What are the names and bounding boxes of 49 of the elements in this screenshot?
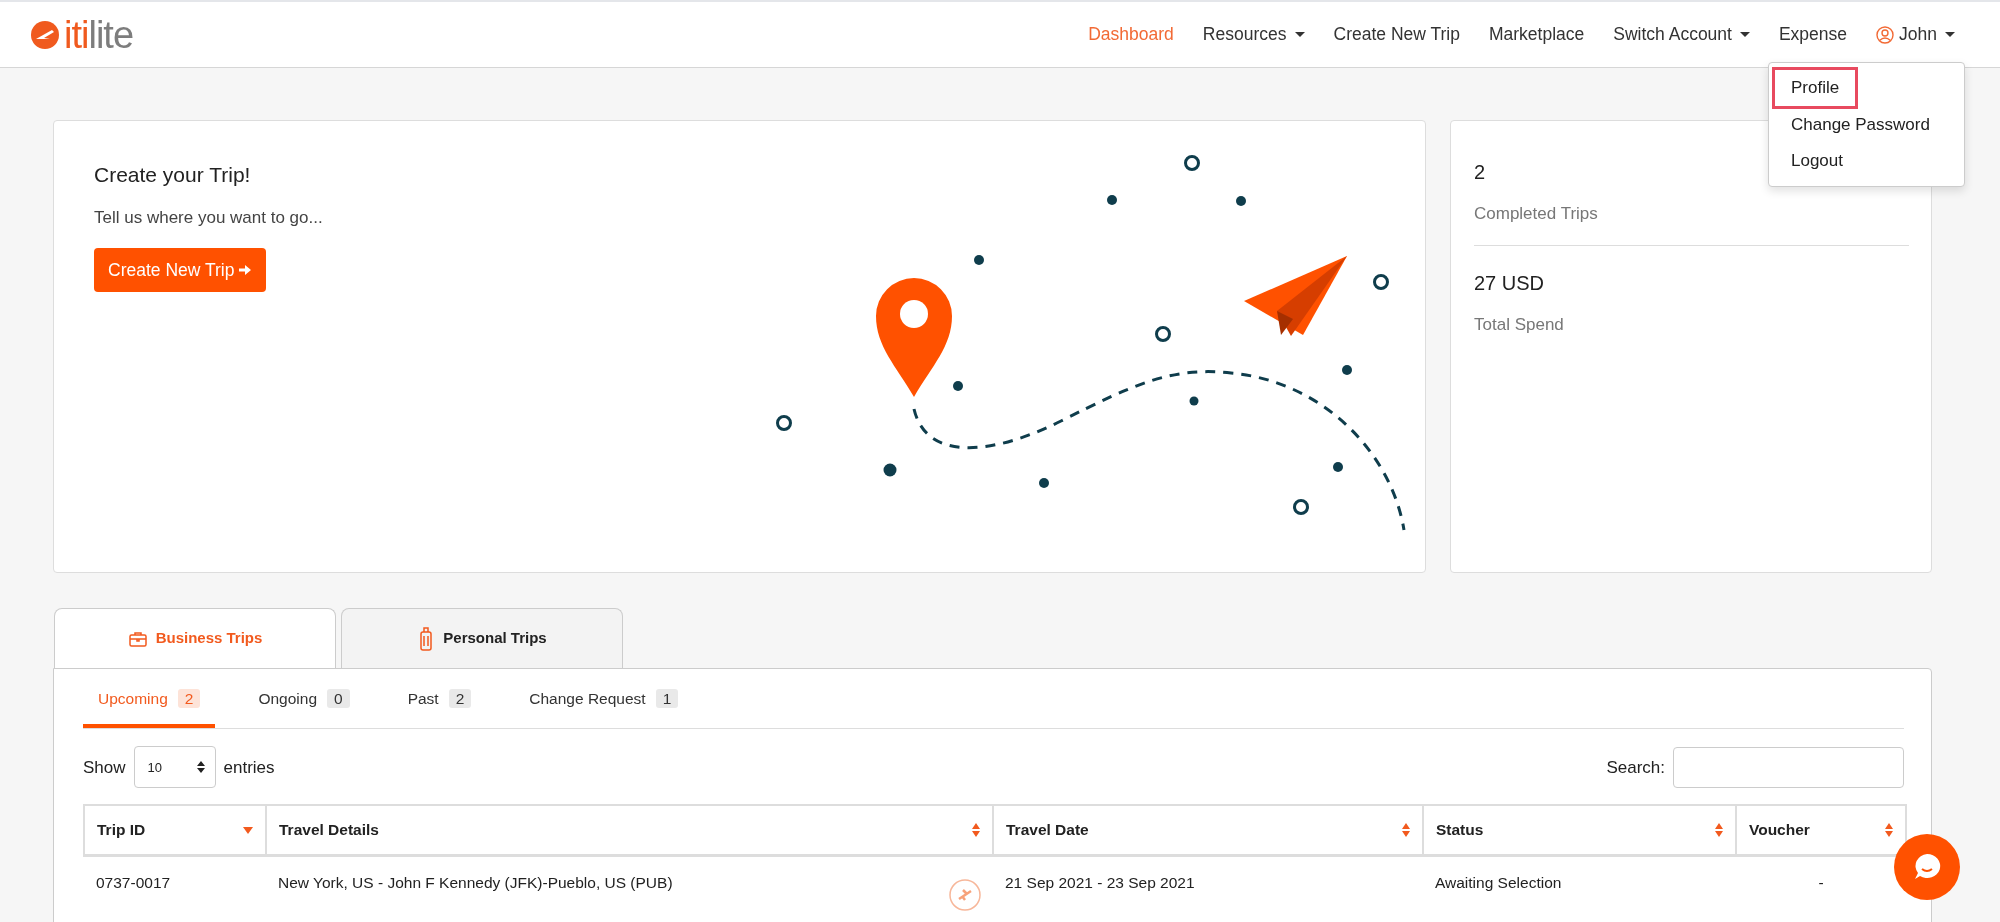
sub-tab[interactable]: Change Request 1 bbox=[514, 669, 694, 729]
stat-value: 2 bbox=[1474, 160, 1486, 185]
count-badge: 0 bbox=[327, 689, 350, 708]
column-title: Trip ID bbox=[97, 820, 146, 841]
briefcase-icon bbox=[127, 629, 148, 648]
table-cell: - bbox=[1818, 873, 1824, 891]
entries-select[interactable]: 10 bbox=[133, 746, 216, 789]
logo-icon bbox=[30, 19, 60, 50]
stat-value: 27 USD bbox=[1474, 270, 1545, 296]
count-badge: 2 bbox=[177, 689, 201, 708]
sub-tab[interactable]: Past 2 bbox=[392, 669, 487, 729]
nav-link[interactable]: Switch Account bbox=[1613, 21, 1750, 48]
stat-label: Completed Trips bbox=[1474, 203, 1598, 225]
table-cell-text: New York, US - John F Kennedy (JFK)-Pueblo, US (PUB) bbox=[278, 872, 673, 893]
table-cell: 21 Sep 2021 - 23 Sep 2021 bbox=[1005, 873, 1195, 891]
column-title: Travel Date bbox=[1006, 820, 1089, 841]
table-cell: Awaiting Selection bbox=[1435, 873, 1562, 891]
count-badge: 1 bbox=[655, 689, 679, 708]
menu-item[interactable]: Profile bbox=[1775, 70, 1856, 106]
table-cell: 0737-0017 bbox=[96, 873, 171, 891]
column-title: Travel Details bbox=[279, 820, 379, 841]
logo-wordmark: itilite bbox=[64, 15, 134, 54]
stat-label: Total Spend bbox=[1474, 313, 1564, 336]
sub-tab[interactable]: Ongoing 0 bbox=[243, 669, 365, 729]
column-title: Voucher bbox=[1749, 820, 1810, 841]
user-menu-link[interactable]: John bbox=[1876, 21, 1955, 48]
menu-item[interactable]: Change Password bbox=[1775, 106, 1958, 142]
user-icon bbox=[1876, 25, 1895, 44]
show-label: Show bbox=[83, 756, 126, 779]
card-title: Create your Trip! bbox=[94, 162, 252, 188]
search-label: Search: bbox=[1606, 756, 1665, 779]
nav-link[interactable]: Create New Trip bbox=[1333, 21, 1460, 48]
nav-link[interactable]: Expense bbox=[1778, 21, 1848, 48]
nav-link[interactable]: Marketplace bbox=[1488, 21, 1585, 48]
search-field[interactable] bbox=[1673, 746, 1904, 788]
card-subtitle: Tell us where you want to go... bbox=[94, 206, 324, 229]
menu-item[interactable]: Logout bbox=[1775, 143, 1958, 179]
count-badge: 2 bbox=[448, 689, 472, 708]
column-title: Status bbox=[1436, 820, 1484, 841]
column-header[interactable]: Travel Details bbox=[266, 805, 993, 855]
entries-label: entries bbox=[223, 756, 275, 779]
nav-link[interactable]: Resources bbox=[1202, 21, 1305, 48]
column-header[interactable]: Travel Date bbox=[993, 805, 1423, 855]
column-header[interactable]: Trip ID bbox=[84, 805, 266, 855]
column-header[interactable]: Status bbox=[1423, 805, 1736, 855]
sort-arrows-icon bbox=[196, 761, 205, 774]
flight-icon bbox=[949, 878, 981, 911]
trip-tab[interactable]: Personal Trips bbox=[341, 608, 623, 668]
arrow-icon bbox=[238, 263, 253, 278]
